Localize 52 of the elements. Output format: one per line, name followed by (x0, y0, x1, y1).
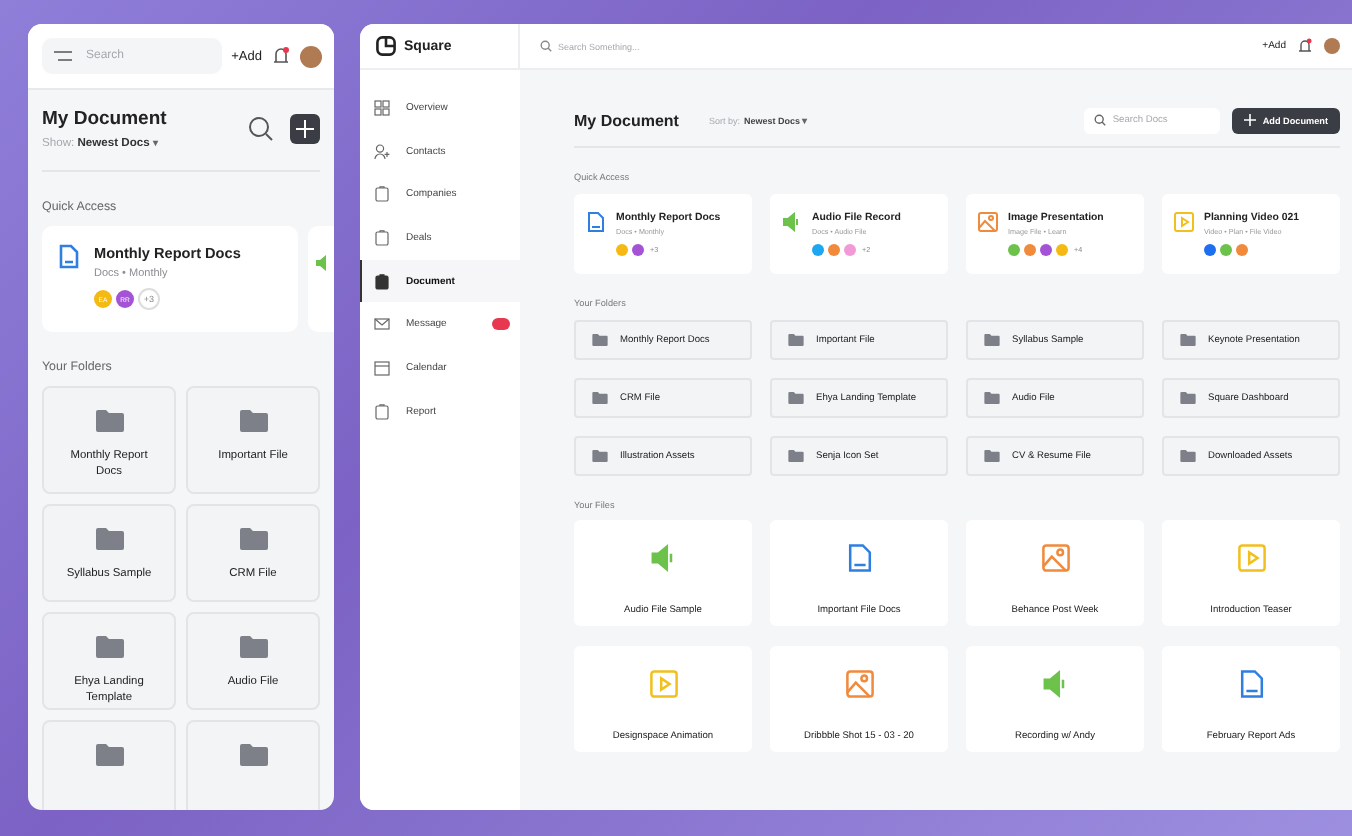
menu-icon[interactable] (54, 50, 72, 62)
folder-icon (95, 410, 123, 432)
bell-icon[interactable] (1298, 38, 1312, 54)
folder-icon (239, 410, 267, 432)
folder-icon (788, 392, 804, 404)
quick-access-card[interactable] (308, 226, 334, 332)
speaker-icon (649, 544, 677, 572)
search-icon[interactable] (248, 116, 274, 142)
folder-icon (984, 334, 1000, 346)
search-icon (1094, 114, 1107, 126)
folder-card[interactable] (42, 720, 176, 810)
plus-icon (1244, 114, 1257, 126)
folder-icon (95, 636, 123, 658)
page-title: My Document (574, 111, 679, 129)
image-icon (978, 212, 998, 232)
clipboard-icon (374, 273, 390, 290)
search-icon (540, 40, 552, 52)
folder-icon (788, 334, 804, 346)
folder-icon (1180, 450, 1196, 462)
avatar[interactable] (300, 45, 322, 67)
folder-icon (1180, 334, 1196, 346)
folder-icon (239, 528, 267, 550)
calendar-icon (374, 359, 390, 376)
page-title: My Document (42, 108, 169, 130)
image-icon (845, 670, 873, 698)
person-icon (374, 143, 390, 160)
folder-icon (592, 392, 608, 404)
avatar[interactable] (1324, 38, 1340, 54)
grid-icon (374, 99, 390, 116)
folder-icon (788, 450, 804, 462)
logo-icon (376, 36, 396, 56)
speaker-icon (1041, 670, 1069, 698)
add-button[interactable] (290, 114, 320, 144)
folder-icon (95, 744, 123, 766)
folder-icon (984, 392, 1000, 404)
play-icon (1174, 212, 1194, 232)
play-icon (649, 670, 677, 698)
image-icon (1041, 544, 1069, 572)
folder-icon (592, 450, 608, 462)
bell-icon[interactable] (272, 46, 290, 66)
folder-icon (592, 334, 608, 346)
play-icon (1237, 544, 1265, 572)
folder-icon (95, 528, 123, 550)
speaker-icon (314, 254, 326, 272)
folder-icon (239, 744, 267, 766)
folder-icon (984, 450, 1000, 462)
folder-icon (239, 636, 267, 658)
plus-icon (296, 120, 314, 138)
speaker-icon (782, 212, 802, 232)
envelope-icon (374, 316, 390, 333)
folder-card[interactable] (186, 720, 320, 810)
folder-icon (1180, 392, 1196, 404)
